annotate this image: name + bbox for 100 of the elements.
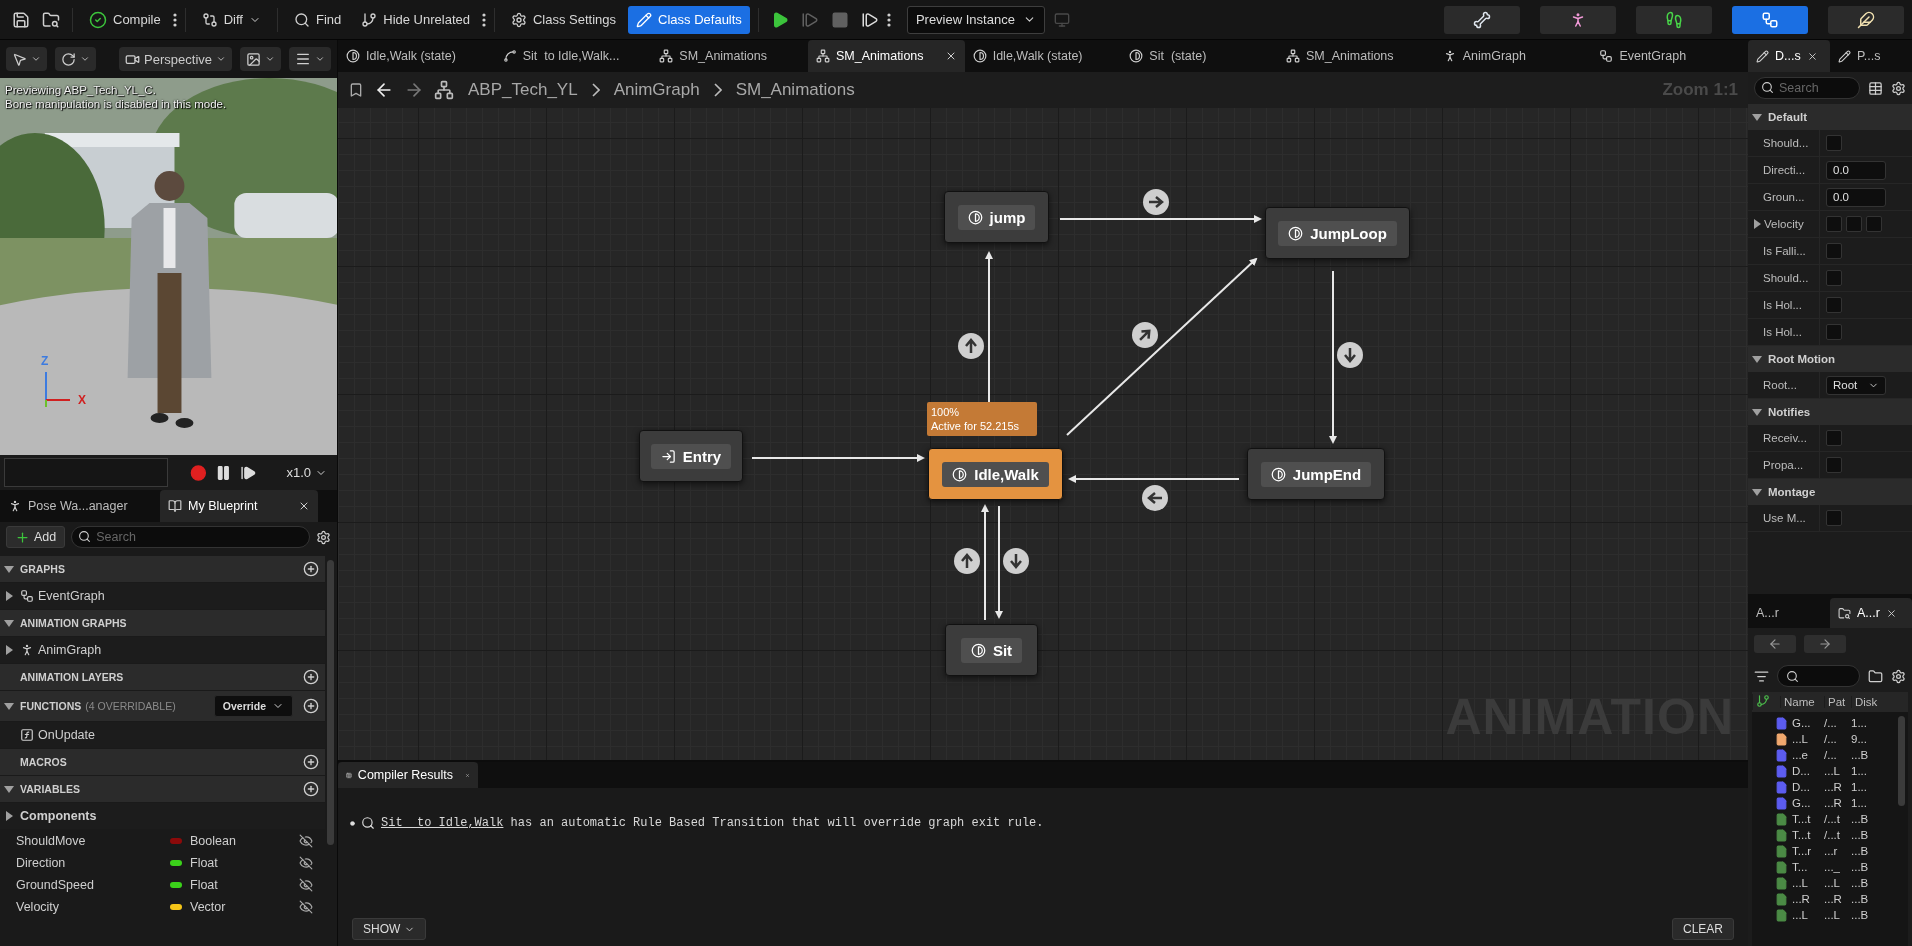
expander-icon[interactable] <box>1752 112 1762 122</box>
variable-type[interactable]: Boolean <box>190 833 295 848</box>
forward-button[interactable] <box>1804 635 1846 653</box>
transition-icon[interactable] <box>1132 322 1158 348</box>
column-header[interactable]: Disk <box>1851 696 1878 708</box>
diff-button[interactable]: Diff <box>193 5 269 34</box>
select-mode-button[interactable] <box>6 47 47 71</box>
search-field[interactable]: Search <box>71 526 310 548</box>
expander-icon[interactable] <box>1752 219 1762 229</box>
expander-icon[interactable] <box>4 811 14 821</box>
transition-icon[interactable] <box>1142 485 1168 511</box>
perspective-dropdown[interactable]: Perspective <box>119 47 232 71</box>
panel-tab[interactable]: Compiler Results <box>338 762 478 788</box>
vector-field[interactable] <box>1846 216 1862 232</box>
asset-name[interactable]: ...L <box>1792 909 1824 921</box>
transition-arrow[interactable] <box>981 504 989 621</box>
checkbox[interactable] <box>1826 270 1842 286</box>
expander-icon[interactable] <box>4 645 14 655</box>
panel-tab[interactable]: My Blueprint <box>160 490 318 522</box>
scrollbar[interactable] <box>327 560 334 845</box>
column-header[interactable]: Pat <box>1824 696 1851 708</box>
transition-arrow[interactable] <box>751 454 925 462</box>
expander-icon[interactable] <box>4 784 14 794</box>
transition-icon[interactable] <box>1143 189 1169 215</box>
vector-field[interactable] <box>1826 216 1842 232</box>
property-dropdown[interactable]: Root <box>1826 375 1886 395</box>
panel-tab[interactable]: A...r <box>1830 598 1912 628</box>
state-node[interactable]: jump <box>944 191 1049 243</box>
transition-icon[interactable] <box>1337 342 1363 368</box>
checkbox[interactable] <box>1826 324 1842 340</box>
vector-field[interactable] <box>1866 216 1882 232</box>
asset-name[interactable]: G... <box>1792 717 1824 729</box>
variable-type[interactable]: Vector <box>190 899 295 914</box>
checkbox[interactable] <box>1826 510 1842 526</box>
transition-arrow[interactable] <box>985 251 993 403</box>
rotate-mode-button[interactable] <box>55 47 96 71</box>
mode-button[interactable] <box>1828 5 1904 34</box>
expander-icon[interactable] <box>1752 487 1762 497</box>
number-field[interactable]: 0.0 <box>1826 187 1886 207</box>
state-node[interactable]: Sit <box>945 624 1038 676</box>
graph-tab[interactable]: Idle,Walk (state) <box>964 40 1122 72</box>
graph-tab[interactable]: SM_Animations <box>1278 40 1435 72</box>
preview-instance-dropdown[interactable]: Preview Instance <box>906 5 1045 34</box>
transition-arrow[interactable] <box>995 505 1003 619</box>
transition-arrow[interactable] <box>1059 215 1262 223</box>
group-header[interactable]: Root Motion <box>1748 346 1912 372</box>
add-button[interactable]: Add <box>6 526 66 548</box>
graph-tab[interactable]: SM_Animations <box>651 40 808 72</box>
expander-icon[interactable] <box>4 618 14 628</box>
asset-name[interactable]: T...r <box>1792 845 1824 857</box>
scrollbar[interactable] <box>1898 716 1905 806</box>
hide-unrelated-button[interactable]: Hide Unrelated <box>353 5 478 34</box>
section-header[interactable]: ANIMATION LAYERS <box>0 664 325 690</box>
asset-name[interactable]: T... <box>1792 861 1824 873</box>
expander-icon[interactable] <box>1752 407 1762 417</box>
asset-name[interactable]: D... <box>1792 781 1824 793</box>
state-node[interactable]: Idle,Walk <box>928 448 1063 500</box>
transition-arrow[interactable] <box>1066 257 1258 436</box>
panel-tab[interactable]: D...s <box>1748 40 1830 72</box>
graph-tab[interactable]: EventGraph <box>1591 40 1749 72</box>
checkbox[interactable] <box>1826 430 1842 446</box>
search-field[interactable] <box>1777 665 1860 687</box>
breadcrumb-link[interactable]: AnimGraph <box>609 80 704 100</box>
compile-button[interactable]: Compile <box>81 5 169 34</box>
back-button[interactable] <box>1754 635 1796 653</box>
asset-name[interactable]: T...t <box>1792 813 1824 825</box>
class-settings-button[interactable]: Class Settings <box>502 5 625 34</box>
panel-tab[interactable]: A...r <box>1748 598 1830 628</box>
asset-name[interactable]: ...e <box>1792 749 1824 761</box>
clear-button[interactable]: CLEAR <box>1672 918 1734 940</box>
message-link[interactable]: Sit to Idle,Walk <box>381 816 504 830</box>
asset-name[interactable]: D... <box>1792 765 1824 777</box>
state-node[interactable]: JumpEnd <box>1247 448 1385 500</box>
override-dropdown[interactable]: Override <box>213 695 293 717</box>
variable-type[interactable]: Float <box>190 855 295 870</box>
asset-name[interactable]: ...L <box>1792 877 1824 889</box>
group-header[interactable]: Default <box>1748 104 1912 130</box>
checkbox[interactable] <box>1826 243 1842 259</box>
expander-icon[interactable] <box>4 591 14 601</box>
breadcrumb-link[interactable]: ABP_Tech_YL <box>464 80 582 100</box>
section-header[interactable]: ANIMATION GRAPHS <box>0 610 325 636</box>
section-header[interactable]: GRAPHS <box>0 556 325 582</box>
expander-icon[interactable] <box>1752 354 1762 364</box>
find-button[interactable]: Find <box>285 5 350 34</box>
state-node[interactable]: JumpLoop <box>1265 207 1410 259</box>
menu-button[interactable] <box>289 47 331 71</box>
breadcrumb-link[interactable]: SM_Animations <box>731 80 859 100</box>
asset-name[interactable]: G... <box>1792 797 1824 809</box>
variable-name[interactable]: Velocity <box>16 899 166 914</box>
entry-node[interactable]: Entry <box>639 430 743 482</box>
graph-tab[interactable]: Sit (state) <box>1121 40 1279 72</box>
speed-dropdown[interactable]: x1.0 <box>280 464 333 481</box>
panel-tab[interactable]: Pose Wa...anager <box>0 490 160 522</box>
graph-tab[interactable]: Idle,Walk (state) <box>338 40 495 72</box>
column-header[interactable]: Name <box>1780 696 1824 708</box>
view-options-button[interactable] <box>240 47 281 71</box>
section-header[interactable]: FUNCTIONS (4 OVERRIDABLE) Override <box>0 691 325 721</box>
number-field[interactable]: 0.0 <box>1826 160 1886 180</box>
group-header[interactable]: Montage <box>1748 479 1912 505</box>
mode-button[interactable] <box>1636 5 1712 34</box>
